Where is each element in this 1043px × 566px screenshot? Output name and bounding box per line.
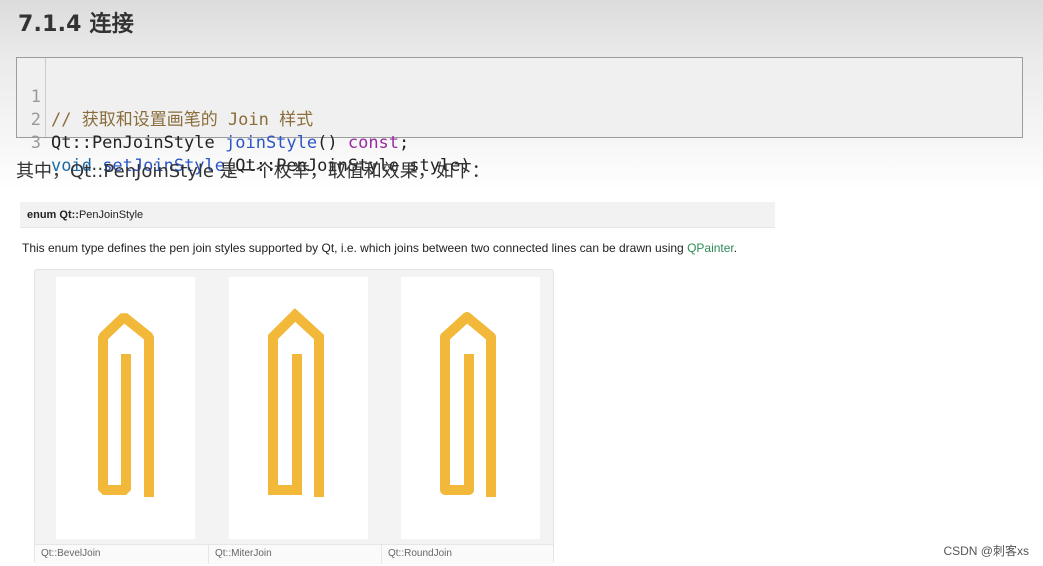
code-function-name: joinStyle: [225, 133, 318, 153]
enum-name: PenJoinStyle: [78, 209, 144, 221]
bevel-join-panel: [56, 277, 195, 539]
qpainter-link[interactable]: QPainter: [687, 241, 734, 255]
code-comment: // 获取和设置画笔的 Join 样式: [51, 110, 314, 130]
section-heading: 7.1.4 连接: [18, 12, 134, 37]
round-join-panel: [401, 277, 540, 539]
miter-join-illustration: [268, 308, 324, 497]
enum-prefix: enum Qt::: [27, 209, 79, 221]
csdn-watermark: CSDN @刺客xs: [943, 544, 1029, 558]
bevel-join-stroke: [98, 313, 154, 497]
code-line-2: 2 Qt::PenJoinStyle joinStyle() const;: [17, 86, 410, 153]
code-block: 1 // 获取和设置画笔的 Join 样式 2 Qt::PenJoinStyle…: [16, 57, 1023, 176]
code-line-1: 1 // 获取和设置画笔的 Join 样式: [17, 63, 313, 130]
round-join-caption: Qt::RoundJoin: [381, 544, 553, 564]
intro-text: 其中，Qt::PenJoinStyle 是一个枚举，取值和效果，如下：: [16, 161, 490, 182]
bevel-join-caption: Qt::BevelJoin: [35, 544, 208, 564]
miter-join-panel: [229, 277, 368, 539]
round-join-stroke: [440, 312, 496, 497]
code-params: (): [317, 133, 348, 153]
description-end: .: [733, 241, 738, 255]
code-keyword: const: [347, 133, 400, 153]
bevel-join-illustration: [98, 313, 154, 497]
code-return-type: Qt::PenJoinStyle: [51, 133, 225, 153]
miter-join-caption: Qt::MiterJoin: [208, 544, 381, 564]
round-join-illustration: [440, 312, 496, 497]
enum-header: enum Qt::PenJoinStyle: [20, 202, 775, 228]
code-line-3: 3 void setJoinStyle(Qt::PenJoinStyle sty…: [17, 109, 471, 176]
line-number: 3: [30, 133, 41, 153]
enum-description: This enum type defines the pen join styl…: [22, 241, 737, 255]
code-terminator: ;: [399, 133, 410, 153]
join-style-figure: Qt::BevelJoin Qt::MiterJoin Qt::RoundJoi…: [34, 269, 554, 564]
miter-join-stroke: [268, 308, 324, 497]
description-text: This enum type defines the pen join styl…: [22, 241, 688, 255]
